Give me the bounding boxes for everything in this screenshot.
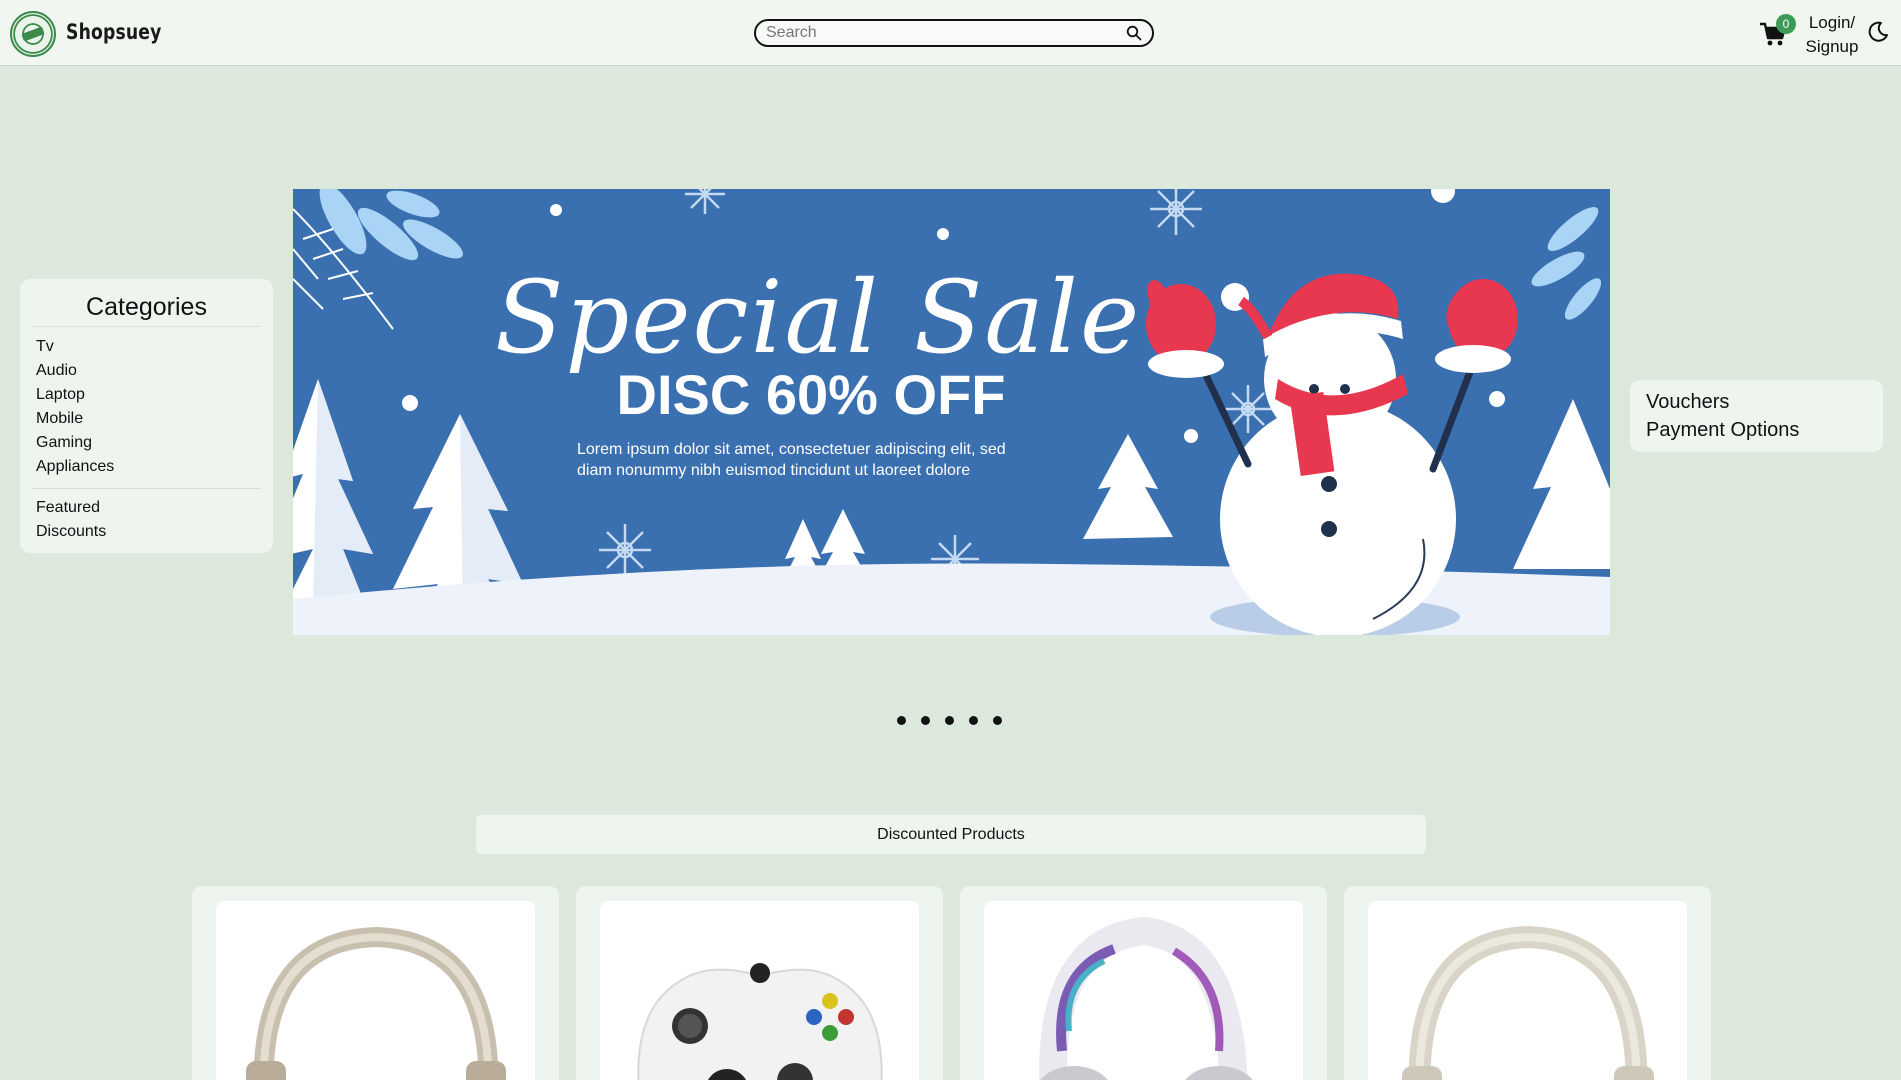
carousel-indicators	[895, 716, 1015, 728]
product-card[interactable]	[960, 886, 1327, 1080]
categories-title: Categories	[86, 293, 207, 321]
signup-label: Signup	[1805, 37, 1859, 56]
hero-banner[interactable]: Special Sale DISC 60% OFF Lorem ipsum do…	[293, 189, 1610, 635]
carousel-dot[interactable]	[993, 716, 1002, 725]
search-bar	[754, 19, 1154, 47]
category-item-featured[interactable]: Featured	[36, 499, 100, 517]
divider	[32, 326, 261, 327]
categories-panel: Categories Tv Audio Laptop Mobile Gaming…	[20, 279, 273, 553]
product-card[interactable]	[576, 886, 943, 1080]
category-item-audio[interactable]: Audio	[36, 362, 77, 380]
carousel-dot[interactable]	[897, 716, 906, 725]
category-item-laptop[interactable]: Laptop	[36, 386, 85, 404]
payment-options-link[interactable]: Payment Options	[1646, 419, 1799, 442]
top-navbar: Shopsuey 0 Login/ Signup	[0, 0, 1901, 66]
product-card[interactable]	[192, 886, 559, 1080]
dark-mode-toggle-icon[interactable]	[1866, 20, 1890, 44]
product-image-frame	[216, 901, 535, 1080]
search-input[interactable]	[766, 23, 1106, 43]
product-card[interactable]	[1344, 886, 1711, 1080]
game-controller-icon	[637, 963, 883, 1080]
category-item-appliances[interactable]: Appliances	[36, 458, 114, 476]
banner-subtitle: DISC 60% OFF	[616, 363, 1006, 426]
category-item-tv[interactable]: Tv	[36, 338, 54, 356]
headphones-icon	[1402, 925, 1654, 1080]
carousel-dot[interactable]	[921, 716, 930, 725]
login-label: Login/	[1808, 13, 1856, 32]
category-item-discounts[interactable]: Discounts	[36, 523, 106, 541]
product-image-frame	[1368, 901, 1687, 1080]
side-menu-panel: Vouchers Payment Options	[1630, 380, 1883, 452]
product-image-frame	[600, 901, 919, 1080]
search-icon[interactable]	[1126, 25, 1142, 41]
gaming-headset-icon	[1039, 916, 1253, 1080]
carousel-dot[interactable]	[969, 716, 978, 725]
login-signup-link[interactable]: Login/ Signup	[1800, 11, 1864, 59]
banner-title: Special Sale	[494, 259, 1142, 376]
banner-body-line1: Lorem ipsum dolor sit amet, consectetuer…	[577, 441, 1006, 458]
headphones-icon	[246, 926, 506, 1080]
banner-body-line2: diam nonummy nibh euismod tincidunt ut l…	[577, 462, 971, 479]
vouchers-link[interactable]: Vouchers	[1646, 391, 1729, 414]
brand-logo-icon[interactable]	[10, 11, 56, 57]
carousel-dot[interactable]	[945, 716, 954, 725]
discounted-products-title: Discounted Products	[476, 815, 1426, 854]
cart-button[interactable]: 0	[1758, 14, 1796, 50]
product-image-frame	[984, 901, 1303, 1080]
divider	[32, 488, 261, 489]
brand-name[interactable]: Shopsuey	[66, 20, 162, 44]
category-item-gaming[interactable]: Gaming	[36, 434, 92, 452]
category-item-mobile[interactable]: Mobile	[36, 410, 83, 428]
cart-count-badge: 0	[1776, 14, 1796, 34]
